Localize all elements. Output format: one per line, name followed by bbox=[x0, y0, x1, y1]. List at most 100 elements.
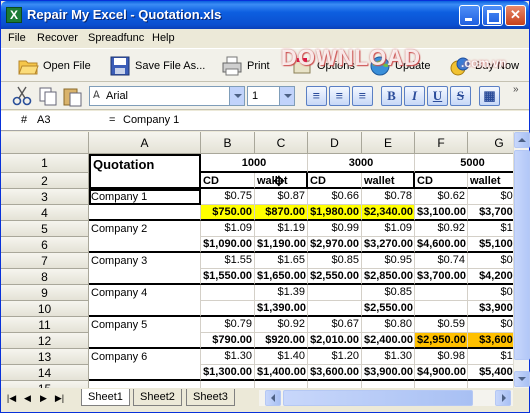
row-header[interactable]: 11 bbox=[1, 317, 89, 333]
total-price-cell[interactable]: $3,900.00 bbox=[362, 365, 415, 381]
row-header[interactable]: 13 bbox=[1, 349, 89, 365]
total-price-cell[interactable]: $1,300.00 bbox=[201, 365, 255, 381]
total-price-cell[interactable]: $2,550.00 bbox=[362, 301, 415, 317]
quantity-group-header[interactable]: 1000 bbox=[201, 154, 308, 173]
unit-price-cell[interactable]: $0.59 bbox=[415, 317, 468, 333]
grid-cell[interactable] bbox=[415, 381, 468, 388]
quantity-group-header[interactable]: 3000 bbox=[308, 154, 415, 173]
total-price-cell[interactable]: $2,340.00 bbox=[362, 205, 415, 221]
unit-price-cell[interactable]: $0.79 bbox=[201, 317, 255, 333]
menu-spreadfunc[interactable]: Spreadfunc bbox=[88, 32, 144, 44]
total-price-cell[interactable] bbox=[415, 301, 468, 317]
row-header[interactable]: 12 bbox=[1, 333, 89, 349]
formula-input[interactable]: Company 1 bbox=[123, 111, 513, 130]
maximize-button[interactable] bbox=[482, 5, 503, 26]
scroll-left-icon[interactable] bbox=[265, 390, 281, 406]
unit-price-cell[interactable]: $0.67 bbox=[308, 317, 362, 333]
grid-cell[interactable] bbox=[255, 381, 308, 388]
chevron-down-icon[interactable] bbox=[229, 87, 244, 105]
unit-price-cell[interactable]: $1.02 bbox=[468, 221, 513, 237]
unit-price-cell[interactable]: $1.65 bbox=[255, 253, 308, 269]
unit-price-cell[interactable]: $0.92 bbox=[255, 317, 308, 333]
name-box[interactable]: A3 bbox=[37, 111, 97, 130]
tab-sheet3[interactable]: Sheet3 bbox=[186, 389, 235, 406]
font-name-select[interactable]: 𝖠 Arial bbox=[89, 86, 245, 106]
row-header[interactable]: 14 bbox=[1, 365, 89, 381]
minimize-button[interactable] bbox=[459, 5, 480, 26]
company-name-cell[interactable]: Company 5 bbox=[89, 317, 201, 349]
spinner-icon[interactable] bbox=[279, 87, 294, 105]
grid-cell[interactable] bbox=[89, 381, 201, 388]
column-header[interactable]: G bbox=[468, 132, 513, 154]
spreadsheet-grid[interactable]: ABCDEFG123456789101112131415Quotation100… bbox=[1, 132, 513, 388]
row-header[interactable]: 5 bbox=[1, 221, 89, 237]
title-bar[interactable]: Repair My Excel - Quotation.xls ✕ bbox=[1, 1, 529, 29]
total-price-cell[interactable]: $750.00 bbox=[201, 205, 255, 221]
company-name-cell[interactable]: Company 4 bbox=[89, 285, 201, 317]
scroll-down-icon[interactable] bbox=[514, 371, 530, 387]
sheet-title-cell[interactable]: Quotation bbox=[89, 154, 201, 189]
column-header[interactable]: B bbox=[201, 132, 255, 154]
unit-price-cell[interactable]: $1.39 bbox=[255, 285, 308, 301]
align-center-button[interactable]: ≡ bbox=[329, 86, 350, 106]
unit-price-cell[interactable]: $0.85 bbox=[308, 253, 362, 269]
unit-price-cell[interactable]: $0.72 bbox=[468, 317, 513, 333]
total-price-cell[interactable]: $1,390.00 bbox=[255, 301, 308, 317]
total-price-cell[interactable] bbox=[308, 301, 362, 317]
total-price-cell[interactable]: $4,900.00 bbox=[415, 365, 468, 381]
product-header[interactable]: CD bbox=[308, 173, 362, 189]
column-header[interactable]: E bbox=[362, 132, 415, 154]
total-price-cell[interactable]: $3,900.00 bbox=[468, 301, 513, 317]
scroll-right-icon[interactable] bbox=[495, 390, 511, 406]
total-price-cell[interactable]: $2,400.00 bbox=[362, 333, 415, 349]
unit-price-cell[interactable]: $0.74 bbox=[415, 253, 468, 269]
company-name-cell[interactable]: Company 3 bbox=[89, 253, 201, 285]
align-right-button[interactable]: ≡ bbox=[352, 86, 373, 106]
total-price-cell[interactable]: $2,950.00 bbox=[415, 333, 468, 349]
row-header[interactable]: 8 bbox=[1, 269, 89, 285]
tab-sheet2[interactable]: Sheet2 bbox=[133, 389, 182, 406]
unit-price-cell[interactable]: $1.30 bbox=[201, 349, 255, 365]
cut-icon[interactable] bbox=[11, 85, 33, 107]
unit-price-cell[interactable]: $1.09 bbox=[201, 221, 255, 237]
total-price-cell[interactable]: $1,400.00 bbox=[255, 365, 308, 381]
align-left-button[interactable]: ≡ bbox=[306, 86, 327, 106]
unit-price-cell[interactable]: $1.40 bbox=[255, 349, 308, 365]
vertical-scroll-thumb[interactable] bbox=[514, 150, 530, 360]
product-header[interactable]: CD bbox=[415, 173, 468, 189]
company-name-cell[interactable]: Company 6 bbox=[89, 349, 201, 381]
unit-price-cell[interactable]: $1.19 bbox=[255, 221, 308, 237]
total-price-cell[interactable]: $1,090.00 bbox=[201, 237, 255, 253]
row-header[interactable]: 6 bbox=[1, 237, 89, 253]
total-price-cell[interactable]: $1,980.00 bbox=[308, 205, 362, 221]
unit-price-cell[interactable]: $0.98 bbox=[415, 349, 468, 365]
unit-price-cell[interactable]: $0.78 bbox=[468, 285, 513, 301]
total-price-cell[interactable]: $3,600.00 bbox=[468, 333, 513, 349]
unit-price-cell[interactable] bbox=[201, 285, 255, 301]
close-button[interactable]: ✕ bbox=[505, 5, 526, 26]
unit-price-cell[interactable]: $0.62 bbox=[415, 189, 468, 205]
font-size-select[interactable]: 1 bbox=[247, 86, 295, 106]
tab-sheet1[interactable]: Sheet1 bbox=[81, 389, 130, 406]
strikethrough-button[interactable]: S bbox=[450, 86, 471, 106]
total-price-cell[interactable]: $790.00 bbox=[201, 333, 255, 349]
total-price-cell[interactable]: $5,100.00 bbox=[468, 237, 513, 253]
next-sheet-icon[interactable]: ▶ bbox=[37, 391, 50, 405]
vertical-scrollbar[interactable] bbox=[513, 132, 530, 388]
total-price-cell[interactable]: $3,700.00 bbox=[468, 205, 513, 221]
row-header[interactable]: 9 bbox=[1, 285, 89, 301]
company-name-cell[interactable]: Company 2 bbox=[89, 221, 201, 253]
total-price-cell[interactable]: $3,600.00 bbox=[308, 365, 362, 381]
unit-price-cell[interactable]: $0.84 bbox=[468, 253, 513, 269]
total-price-cell[interactable]: $2,970.00 bbox=[308, 237, 362, 253]
grid-cell[interactable] bbox=[201, 381, 255, 388]
unit-price-cell[interactable]: $1.08 bbox=[468, 349, 513, 365]
paste-icon[interactable] bbox=[61, 85, 83, 107]
unit-price-cell[interactable]: $0.78 bbox=[362, 189, 415, 205]
row-header[interactable]: 15 bbox=[1, 381, 89, 388]
menu-file[interactable]: File bbox=[8, 32, 26, 44]
total-price-cell[interactable]: $4,200.00 bbox=[468, 269, 513, 285]
total-price-cell[interactable]: $5,400.00 bbox=[468, 365, 513, 381]
unit-price-cell[interactable]: $0.99 bbox=[308, 221, 362, 237]
prev-sheet-icon[interactable]: ◀ bbox=[21, 391, 34, 405]
